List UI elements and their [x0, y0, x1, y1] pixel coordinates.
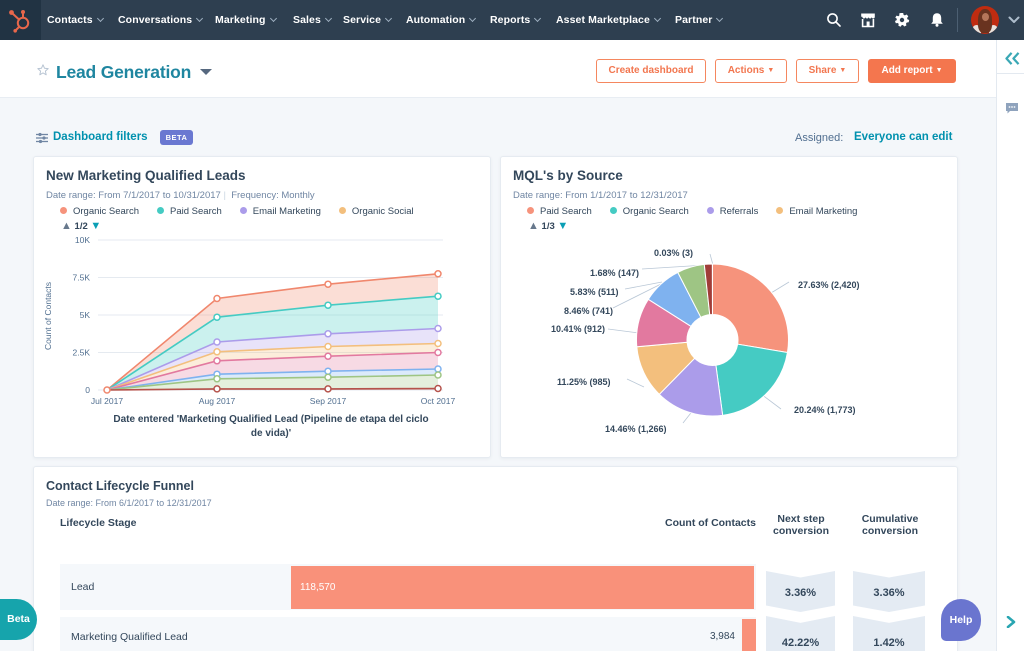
svg-text:Sep 2017: Sep 2017 — [310, 396, 347, 406]
svg-text:1.68% (147): 1.68% (147) — [590, 268, 639, 278]
svg-text:27.63% (2,420): 27.63% (2,420) — [798, 280, 860, 290]
svg-text:0.03% (3): 0.03% (3) — [654, 248, 693, 258]
svg-text:de vida)': de vida)' — [251, 428, 291, 439]
svg-text:Date entered 'Marketing Qualif: Date entered 'Marketing Qualified Lead (… — [113, 414, 428, 425]
svg-text:8.46% (741): 8.46% (741) — [564, 306, 613, 316]
svg-text:14.46% (1,266): 14.46% (1,266) — [605, 424, 667, 434]
svg-text:10.41% (912): 10.41% (912) — [551, 324, 605, 334]
svg-text:5K: 5K — [80, 310, 91, 320]
svg-text:Count of Contacts: Count of Contacts — [43, 282, 53, 350]
svg-text:0: 0 — [85, 385, 90, 395]
svg-text:Jul 2017: Jul 2017 — [91, 396, 123, 406]
svg-text:Aug 2017: Aug 2017 — [199, 396, 236, 406]
svg-text:2.5K: 2.5K — [73, 348, 91, 358]
svg-text:7.5K: 7.5K — [73, 273, 91, 283]
svg-text:10K: 10K — [75, 235, 90, 245]
svg-text:20.24% (1,773): 20.24% (1,773) — [794, 405, 856, 415]
svg-text:11.25% (985): 11.25% (985) — [557, 377, 611, 387]
svg-text:Oct 2017: Oct 2017 — [421, 396, 456, 406]
svg-text:5.83% (511): 5.83% (511) — [570, 287, 619, 297]
